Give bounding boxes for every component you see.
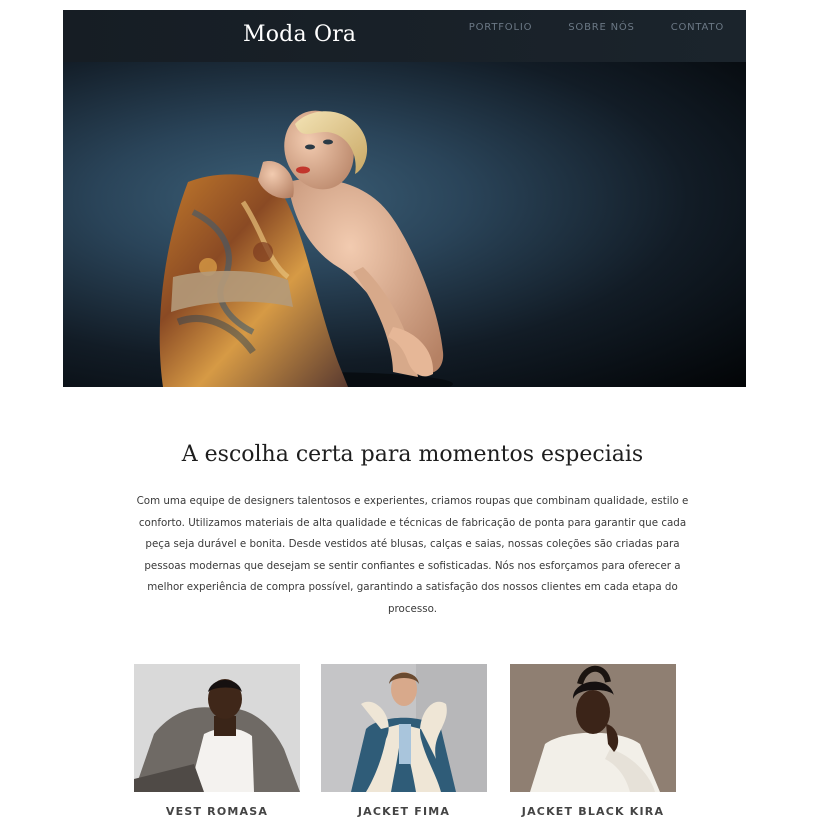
site-header: Moda Ora PORTFOLIO SOBRE NÓS CONTATO <box>63 10 746 62</box>
nav-sobre-nos[interactable]: SOBRE NÓS <box>568 22 634 33</box>
product-image[interactable] <box>510 664 676 792</box>
product-card-jacket-black-kira[interactable]: JACKET BLACK KIRA <box>510 664 676 818</box>
product-name[interactable]: JACKET FIMA <box>321 805 487 818</box>
hero-model-illustration <box>159 110 453 387</box>
nav-portfolio[interactable]: PORTFOLIO <box>469 22 532 33</box>
brand-logo[interactable]: Moda Ora <box>243 22 356 47</box>
main-nav: PORTFOLIO SOBRE NÓS CONTATO <box>469 22 724 33</box>
product-name[interactable]: VEST ROMASA <box>134 805 300 818</box>
product-image[interactable] <box>134 664 300 792</box>
product-name[interactable]: JACKET BLACK KIRA <box>510 805 676 818</box>
product-card-jacket-fima[interactable]: JACKET FIMA <box>321 664 487 818</box>
intro-section: A escolha certa para momentos especiais … <box>0 442 825 620</box>
intro-title: A escolha certa para momentos especiais <box>181 442 644 467</box>
nav-contato[interactable]: CONTATO <box>671 22 724 33</box>
intro-text: Com uma equipe de designers talentosos e… <box>136 495 689 615</box>
hero-image <box>63 62 746 387</box>
product-grid: VEST ROMASA JACKET FIMA JACKET BLACK KIR… <box>0 664 825 829</box>
product-card-vest-romasa[interactable]: VEST ROMASA <box>134 664 300 818</box>
product-image[interactable] <box>321 664 487 792</box>
page-container: Moda Ora PORTFOLIO SOBRE NÓS CONTATO <box>63 10 746 387</box>
